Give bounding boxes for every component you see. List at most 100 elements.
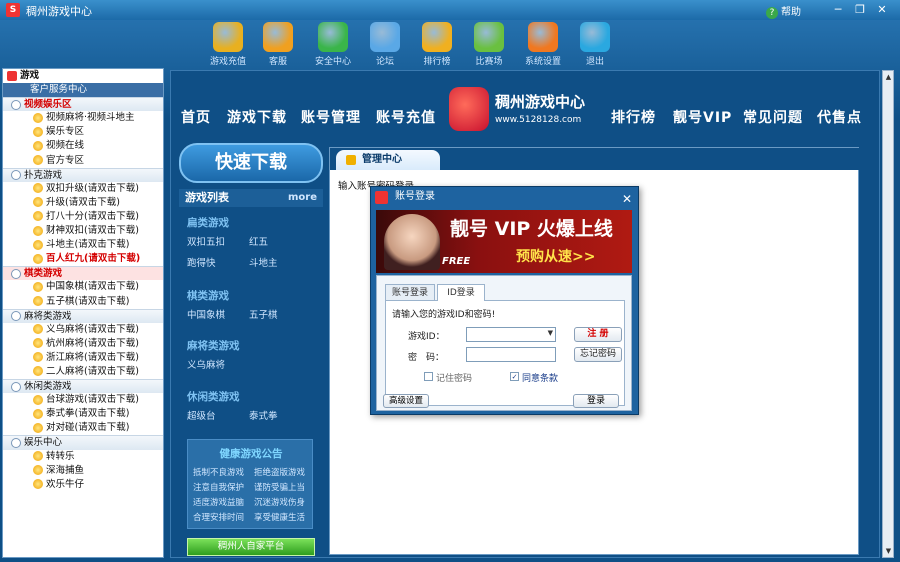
nav-reseller[interactable]: 代售点: [817, 107, 862, 127]
tab-account-login[interactable]: 账号登录: [385, 284, 435, 300]
tree-item-label: 视频麻将·视频斗地主: [46, 112, 135, 124]
tab-management-center[interactable]: 管理中心: [336, 150, 440, 170]
dialog-close-button[interactable]: ✕: [622, 189, 632, 209]
tree-category[interactable]: 娱乐中心: [3, 435, 163, 450]
game-list-header: 游戏列表 more: [179, 189, 323, 207]
nav-home[interactable]: 首页: [181, 107, 211, 127]
advanced-settings-button[interactable]: 高级设置: [383, 394, 429, 408]
tree-item[interactable]: 娱乐专区: [3, 125, 163, 139]
tree-item[interactable]: 官方专区: [3, 154, 163, 168]
game-link[interactable]: 泰式拳: [249, 408, 278, 422]
nav-download[interactable]: 游戏下载: [227, 107, 287, 127]
tree-item[interactable]: 视频麻将·视频斗地主: [3, 111, 163, 125]
tree-item[interactable]: 深海捕鱼: [3, 464, 163, 478]
toolbar-exit[interactable]: 退出: [570, 20, 620, 68]
game-icon: [33, 112, 43, 123]
tree-category[interactable]: 麻将类游戏: [3, 308, 163, 323]
toolbar-ranking[interactable]: 排行榜: [412, 20, 462, 68]
tree-item-label: 麻将类游戏: [24, 310, 72, 322]
top-nav: 首页 游戏下载 账号管理 账号充值 稠州游戏中心 www.5128128.com…: [171, 75, 881, 135]
tree-item[interactable]: 中国象棋(请双击下载): [3, 280, 163, 294]
tree-item[interactable]: 泰式拳(请双击下载): [3, 407, 163, 421]
game-link[interactable]: 五子棋: [249, 307, 278, 321]
game-tree-sidebar: 游戏 客户服务中心 视频娱乐区 视频麻将·视频斗地主 娱乐专区 视频在线 官方专区 扑克游戏…: [2, 68, 164, 558]
nav-ranking[interactable]: 排行榜: [611, 107, 656, 127]
password-input[interactable]: [466, 347, 556, 362]
collapse-toggle-icon: [11, 437, 21, 448]
notice-line: 适度游戏益脑: [193, 498, 245, 508]
register-button[interactable]: 注 册: [574, 327, 622, 342]
notice-line: 享受健康生活: [254, 513, 306, 523]
tree-item[interactable]: 对对碰(请双击下载): [3, 421, 163, 435]
tree-item[interactable]: 浙江麻将(请双击下载): [3, 351, 163, 365]
app-logo-icon: [375, 191, 388, 204]
toolbar-service[interactable]: 客服: [253, 20, 303, 68]
help-button[interactable]: ? 帮助: [766, 3, 801, 19]
game-link[interactable]: 双扣五扣: [187, 234, 225, 248]
game-link[interactable]: 跑得快: [187, 255, 216, 269]
toolbar-recharge[interactable]: 游戏充值: [203, 20, 253, 68]
tree-item[interactable]: 视频在线: [3, 139, 163, 153]
toolbar-label: 论坛: [375, 57, 394, 67]
tree-category[interactable]: 扑克游戏: [3, 167, 163, 182]
platform-banner-button[interactable]: 稠州人自家平台: [187, 538, 315, 556]
toolbar-security[interactable]: 安全中心: [308, 20, 358, 68]
vip-banner[interactable]: FREE 靓号 VIP 火爆上线 预购从速>>: [376, 210, 632, 273]
tree-category[interactable]: 休闲类游戏: [3, 379, 163, 394]
quick-download-button[interactable]: 快速下载: [179, 143, 323, 183]
tree-item[interactable]: 升级(请双击下载): [3, 196, 163, 210]
maximize-button[interactable]: ❐: [850, 2, 870, 17]
tree-item-label: 台球游戏(请双击下载): [46, 394, 139, 406]
tree-item-label: 客户服务中心: [30, 84, 88, 96]
tree-root[interactable]: 游戏: [3, 69, 163, 83]
tree-item[interactable]: 百人红九(请双击下载): [3, 252, 163, 266]
tab-label: 管理中心: [362, 154, 402, 165]
tree-item[interactable]: 五子棋(请双击下载): [3, 295, 163, 309]
nav-vip[interactable]: 靓号VIP: [673, 107, 732, 127]
app-window: S 稠州游戏中心 ? 帮助 ─ ❐ ✕ 游戏充值 客服 安全中心 论坛 排行榜 比…: [0, 0, 900, 562]
forgot-password-button[interactable]: 忘记密码: [574, 347, 622, 362]
tree-category[interactable]: 视频娱乐区: [3, 97, 163, 112]
minimize-button[interactable]: ─: [828, 2, 848, 17]
tree-item[interactable]: 台球游戏(请双击下载): [3, 393, 163, 407]
tree-item-label: 升级(请双击下载): [46, 196, 120, 208]
tree-item-label: 官方专区: [46, 154, 85, 166]
nav-faq[interactable]: 常见问题: [743, 107, 803, 127]
toolbar-match[interactable]: 比赛场: [464, 20, 514, 68]
vertical-scrollbar[interactable]: ▲ ▼: [882, 70, 894, 558]
tree-item[interactable]: 打八十分(请双击下载): [3, 210, 163, 224]
close-button[interactable]: ✕: [872, 2, 892, 17]
tree-item[interactable]: 斗地主(请双击下载): [3, 238, 163, 252]
remember-password-checkbox[interactable]: [424, 372, 433, 381]
nav-account[interactable]: 账号管理: [301, 107, 361, 127]
tree-item[interactable]: 财神双扣(请双击下载): [3, 224, 163, 238]
toolbar-forum[interactable]: 论坛: [360, 20, 410, 68]
game-icon: [33, 155, 43, 166]
chevron-down-icon[interactable]: ▼: [548, 329, 553, 337]
game-id-select[interactable]: ▼: [466, 327, 556, 342]
nav-recharge[interactable]: 账号充值: [376, 107, 436, 127]
game-link[interactable]: 中国象棋: [187, 307, 225, 321]
tree-item[interactable]: 双扣升级(请双击下载): [3, 182, 163, 196]
game-link[interactable]: 红五: [249, 234, 268, 248]
scroll-down-icon[interactable]: ▼: [884, 546, 893, 556]
game-link[interactable]: 斗地主: [249, 255, 278, 269]
agree-terms-checkbox[interactable]: ✓: [510, 372, 519, 381]
tree-item-label: 欢乐牛仔: [46, 478, 85, 490]
game-icon: [33, 366, 43, 377]
notice-line: 注意自我保护: [193, 483, 245, 493]
tree-item-selected[interactable]: 客户服务中心: [3, 83, 163, 98]
tree-item[interactable]: 转转乐: [3, 450, 163, 464]
tree-category[interactable]: 棋类游戏: [3, 266, 163, 281]
login-button[interactable]: 登录: [573, 394, 619, 408]
toolbar-settings[interactable]: 系统设置: [518, 20, 568, 68]
tree-item[interactable]: 义乌麻将(请双击下载): [3, 323, 163, 337]
game-link[interactable]: 超级台: [187, 408, 216, 422]
tree-item[interactable]: 杭州麻将(请双击下载): [3, 337, 163, 351]
tree-item[interactable]: 二人麻将(请双击下载): [3, 365, 163, 379]
game-link[interactable]: 义乌麻将: [187, 357, 225, 371]
tree-item[interactable]: 欢乐牛仔: [3, 478, 163, 492]
scroll-up-icon[interactable]: ▲: [884, 72, 893, 82]
more-link[interactable]: more: [288, 189, 317, 207]
tab-id-login[interactable]: ID登录: [437, 284, 485, 301]
